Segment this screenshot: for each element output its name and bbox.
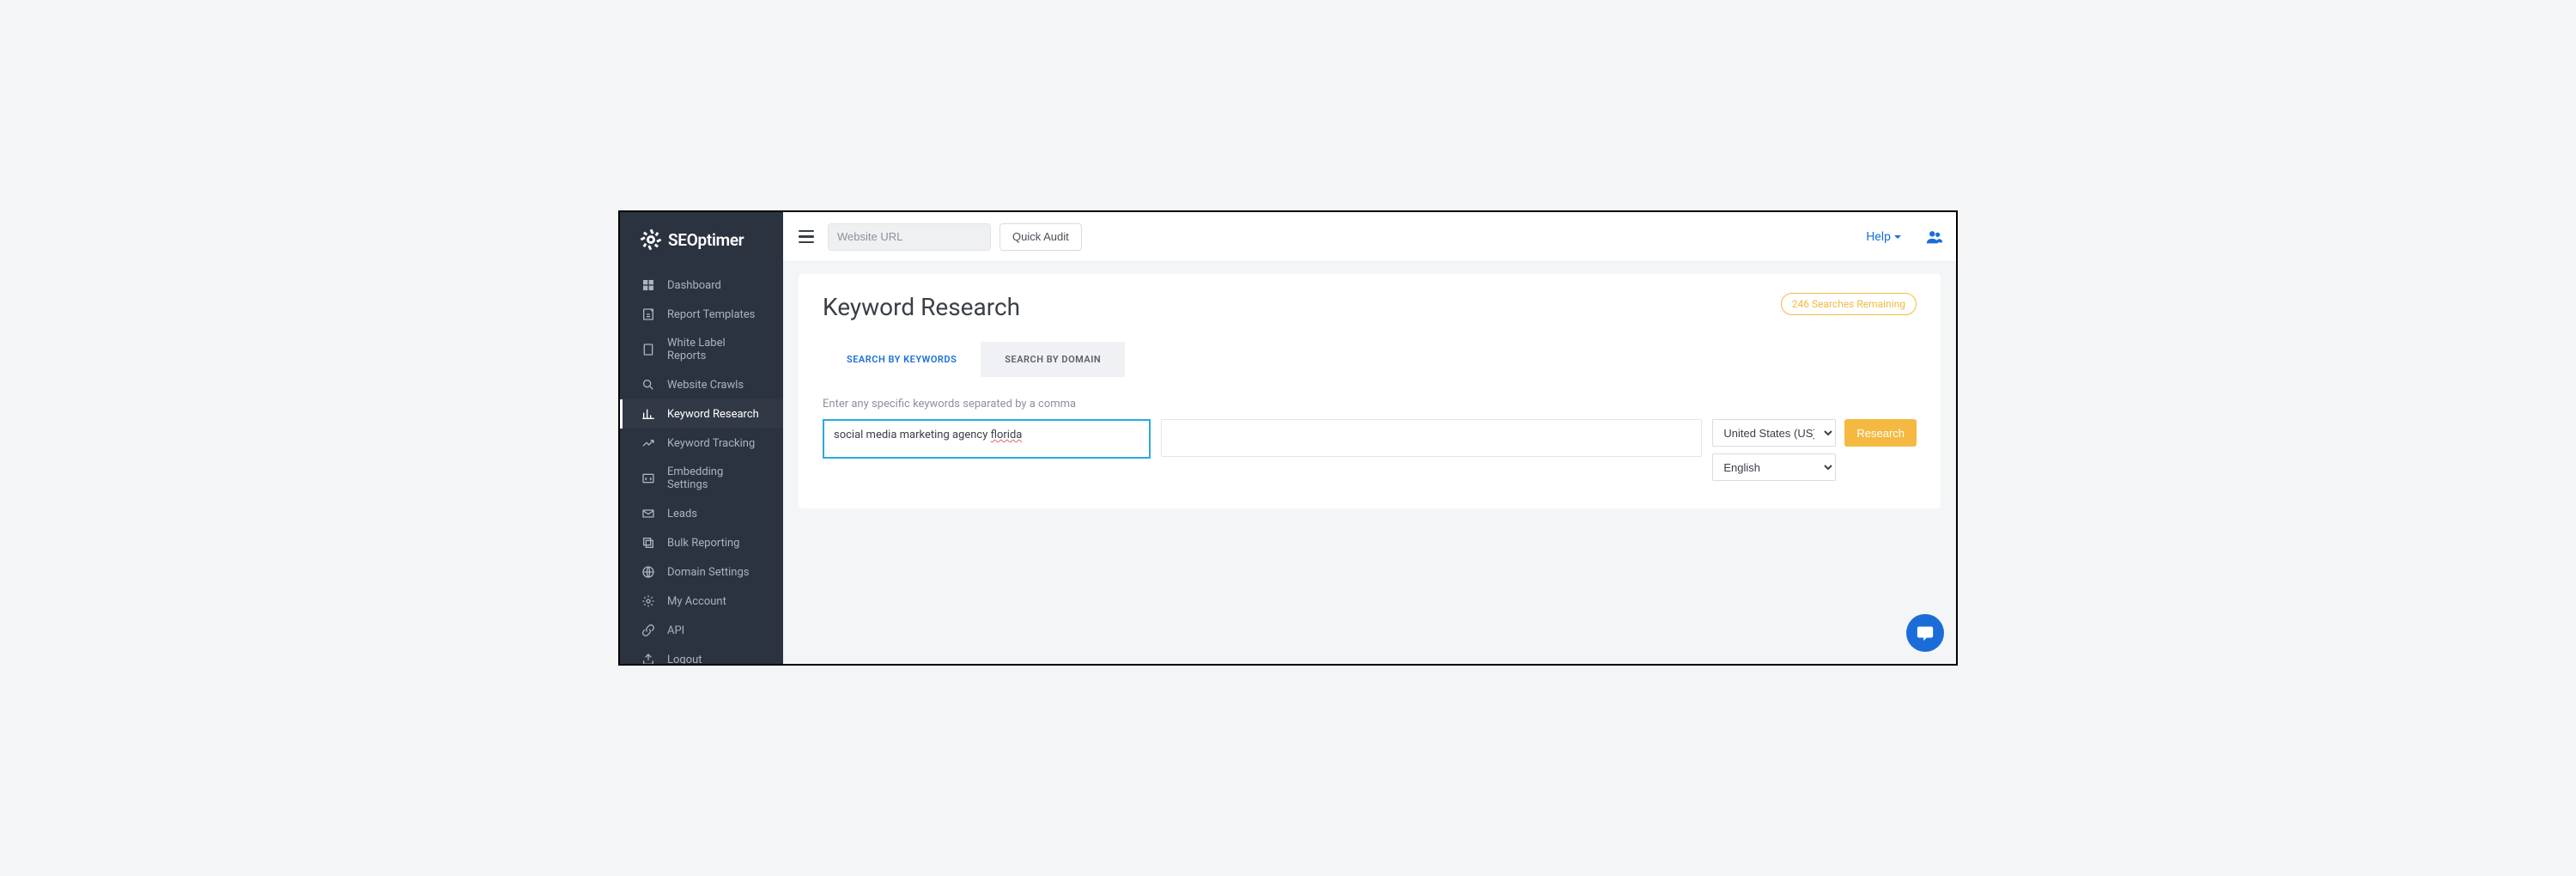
tabs: SEARCH BY KEYWORDS SEARCH BY DOMAIN (823, 342, 1917, 377)
sidebar-item-label: Website Crawls (667, 379, 744, 392)
research-button[interactable]: Research (1844, 419, 1917, 447)
help-dropdown[interactable]: Help (1866, 230, 1901, 244)
template-icon (641, 307, 655, 321)
country-select[interactable]: United States (US) (1712, 419, 1836, 447)
gear-icon (641, 594, 655, 608)
sidebar-item-api[interactable]: API (620, 616, 783, 645)
chat-bubble-button[interactable] (1906, 614, 1944, 652)
sidebar-item-label: Keyword Tracking (667, 437, 755, 450)
tab-search-by-domain[interactable]: SEARCH BY DOMAIN (981, 342, 1125, 377)
help-label: Help (1866, 230, 1891, 244)
sidebar-item-label: Embedding Settings (667, 465, 764, 491)
logo[interactable]: SEOptimer (620, 212, 783, 267)
sidebar-item-domain-settings[interactable]: Domain Settings (620, 557, 783, 587)
card: Keyword Research 246 Searches Remaining … (799, 274, 1941, 508)
chart-icon (641, 407, 655, 421)
form-row: social media marketing agency florida Un… (823, 419, 1917, 481)
logout-icon (641, 653, 655, 666)
sidebar: SEOptimer Dashboard Report Templates Whi… (620, 212, 783, 664)
logo-text: SEOptimer (668, 230, 744, 250)
sidebar-item-my-account[interactable]: My Account (620, 587, 783, 616)
sidebar-item-label: Domain Settings (667, 566, 749, 579)
globe-icon (641, 565, 655, 579)
tab-search-by-keywords[interactable]: SEARCH BY KEYWORDS (823, 342, 981, 377)
sidebar-item-bulk-reporting[interactable]: Bulk Reporting (620, 528, 783, 557)
sidebar-item-label: API (667, 624, 684, 637)
logo-icon (639, 228, 663, 252)
keywords-extended-area[interactable] (1161, 419, 1702, 457)
form-controls: United States (US) Research English (1712, 419, 1917, 481)
language-select[interactable]: English (1712, 453, 1836, 481)
form-hint: Enter any specific keywords separated by… (823, 398, 1917, 411)
topbar: Quick Audit Help (783, 212, 1956, 262)
sidebar-item-label: Keyword Research (667, 408, 759, 421)
sidebar-item-label: Leads (667, 508, 697, 520)
sidebar-item-keyword-research[interactable]: Keyword Research (620, 399, 783, 429)
card-header: Keyword Research 246 Searches Remaining (823, 293, 1917, 321)
sidebar-item-label: Bulk Reporting (667, 537, 739, 550)
main: Quick Audit Help Keyword Research 246 Se… (783, 212, 1956, 664)
nav: Dashboard Report Templates White Label R… (620, 267, 783, 666)
hamburger-icon[interactable] (795, 225, 819, 249)
content: Keyword Research 246 Searches Remaining … (783, 262, 1956, 664)
sidebar-item-keyword-tracking[interactable]: Keyword Tracking (620, 429, 783, 458)
sidebar-item-label: My Account (667, 595, 726, 608)
document-icon (641, 343, 655, 356)
chat-icon (1916, 624, 1935, 642)
sidebar-item-embedding[interactable]: Embedding Settings (620, 458, 783, 499)
mail-icon (641, 507, 655, 520)
quick-audit-button[interactable]: Quick Audit (999, 223, 1082, 251)
sidebar-item-label: White Label Reports (667, 337, 764, 362)
sidebar-item-white-label[interactable]: White Label Reports (620, 329, 783, 370)
sidebar-item-label: Logout (667, 654, 702, 666)
page-title: Keyword Research (823, 293, 1020, 321)
sidebar-item-report-templates[interactable]: Report Templates (620, 300, 783, 329)
stack-icon (641, 536, 655, 550)
sidebar-item-leads[interactable]: Leads (620, 499, 783, 528)
search-icon (641, 378, 655, 392)
website-url-input[interactable] (828, 223, 991, 251)
sidebar-item-label: Dashboard (667, 279, 721, 292)
dashboard-icon (641, 278, 655, 292)
searches-remaining-badge: 246 Searches Remaining (1781, 293, 1917, 315)
trend-icon (641, 436, 655, 450)
link-icon (641, 624, 655, 637)
sidebar-item-label: Report Templates (667, 308, 755, 321)
keywords-highlight-frame: social media marketing agency florida (823, 419, 1151, 459)
sidebar-item-logout[interactable]: Logout (620, 645, 783, 666)
users-icon[interactable] (1925, 228, 1944, 246)
sidebar-item-crawls[interactable]: Website Crawls (620, 370, 783, 399)
sidebar-item-dashboard[interactable]: Dashboard (620, 271, 783, 300)
keywords-input[interactable]: social media marketing agency florida (825, 422, 1148, 456)
spellcheck-underline: florida (991, 429, 1023, 441)
code-icon (641, 471, 655, 485)
